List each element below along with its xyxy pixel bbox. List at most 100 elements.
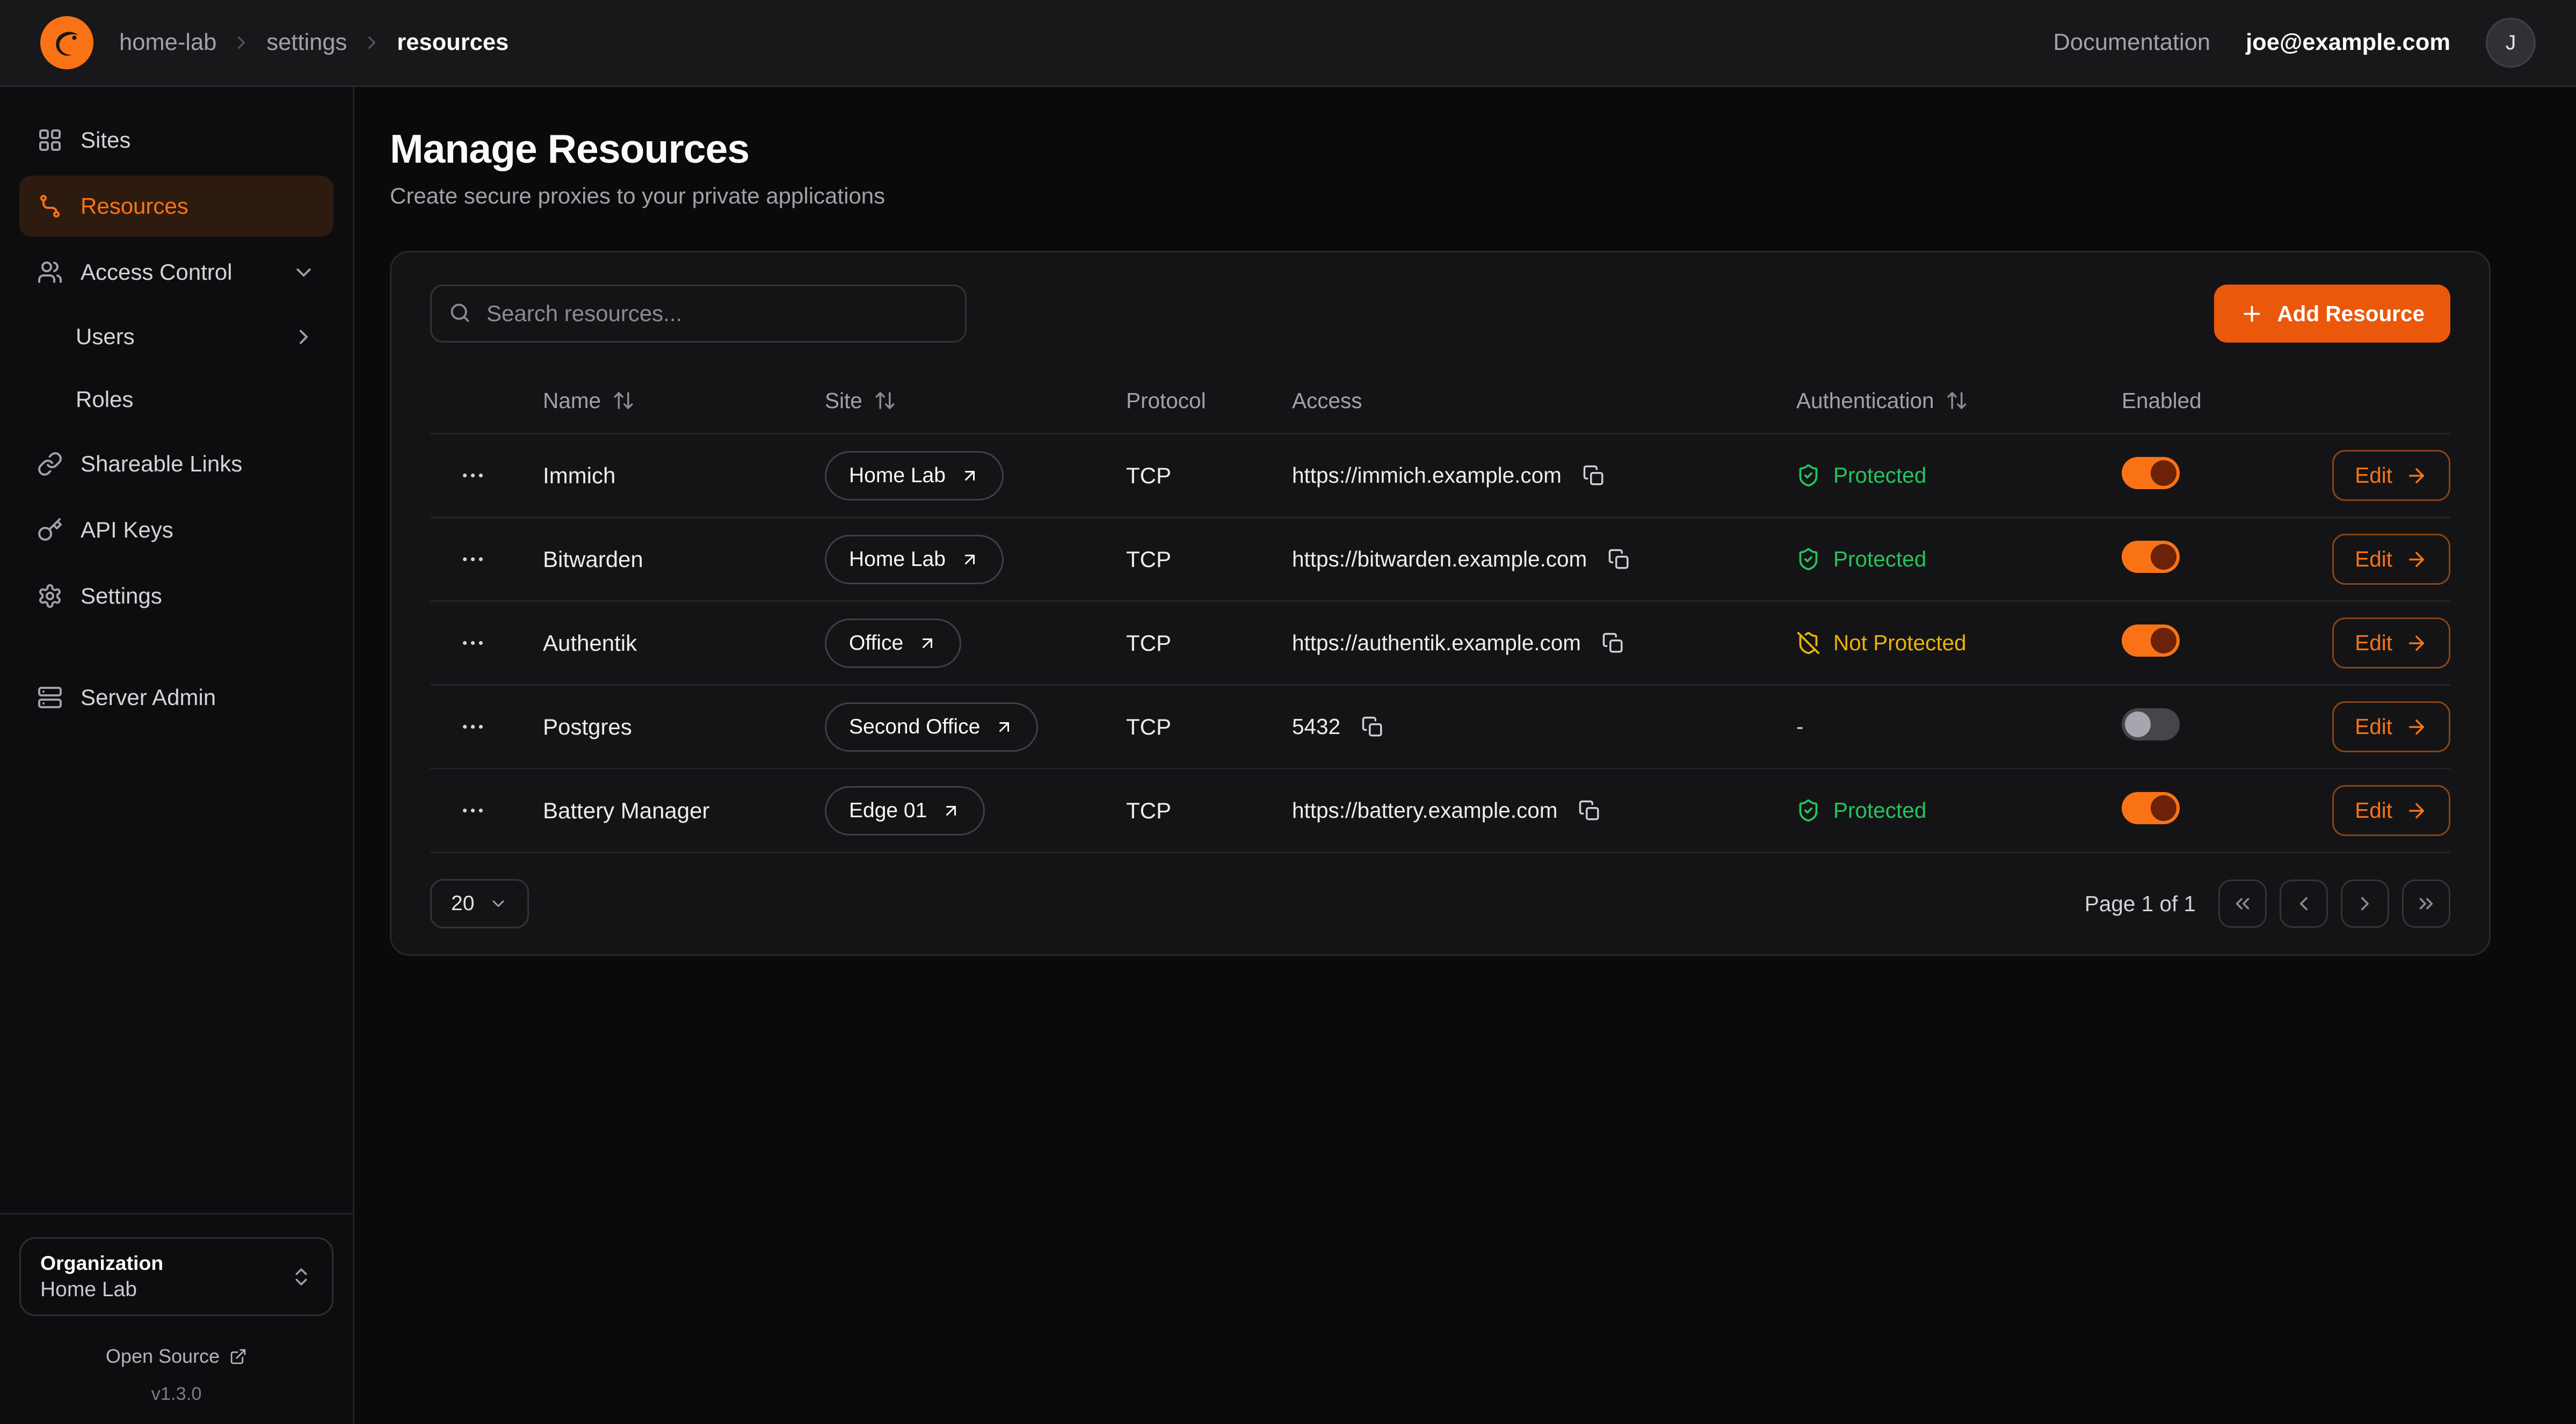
arrow-right-icon (2405, 800, 2428, 822)
external-arrow-icon (995, 717, 1014, 737)
row-menu-button[interactable] (453, 623, 493, 663)
sidebar-footer: Organization Home Lab Open Source v1.3.0 (0, 1213, 353, 1405)
shield-check-icon (1796, 798, 1820, 823)
table-row: Postgres Second Office TCP 5432 - Edit (430, 684, 2450, 768)
sort-icon (1946, 389, 1968, 412)
next-page-button[interactable] (2341, 880, 2389, 928)
row-menu-button[interactable] (453, 790, 493, 831)
sidebar-item-resources[interactable]: Resources (19, 176, 333, 237)
copy-button[interactable] (1573, 795, 1606, 827)
edit-button[interactable]: Edit (2332, 617, 2450, 669)
edit-button[interactable]: Edit (2332, 785, 2450, 836)
table-footer: 20 Page 1 of 1 (430, 852, 2450, 928)
edit-label: Edit (2355, 798, 2392, 823)
sort-icon (874, 389, 896, 412)
resources-icon (37, 193, 63, 219)
ellipsis-icon (459, 462, 487, 489)
sidebar-item-sites[interactable]: Sites (19, 110, 333, 171)
site-link[interactable]: Home Lab (825, 451, 1004, 500)
breadcrumb-org[interactable]: home-lab (119, 30, 216, 56)
sidebar-item-api-keys[interactable]: API Keys (19, 499, 333, 561)
users-icon (37, 259, 63, 285)
column-header-access: Access (1292, 388, 1796, 413)
copy-button[interactable] (1356, 711, 1389, 743)
site-name: Home Lab (849, 464, 946, 488)
sidebar-nav: Sites Resources Access Control Users Rol… (19, 110, 333, 728)
gear-icon (37, 583, 63, 609)
prev-page-button[interactable] (2280, 880, 2328, 928)
authentication-status: Protected (1796, 798, 2122, 823)
copy-button[interactable] (1597, 627, 1629, 659)
site-link[interactable]: Second Office (825, 702, 1038, 752)
row-menu-button[interactable] (453, 707, 493, 747)
site-link[interactable]: Office (825, 619, 961, 668)
authentication-label: Not Protected (1833, 630, 1967, 656)
edit-button[interactable]: Edit (2332, 450, 2450, 501)
sidebar-item-roles[interactable]: Roles (19, 370, 333, 428)
resource-name: Authentik (543, 630, 825, 656)
server-icon (37, 685, 63, 710)
column-header-site[interactable]: Site (825, 388, 1126, 413)
row-menu-button[interactable] (453, 455, 493, 496)
table-row: Authentik Office TCP https://authentik.e… (430, 600, 2450, 684)
app-logo[interactable] (40, 16, 93, 69)
open-source-link[interactable]: Open Source (19, 1345, 333, 1368)
copy-button[interactable] (1603, 543, 1635, 576)
table-row: Bitwarden Home Lab TCP https://bitwarden… (430, 517, 2450, 600)
shield-off-icon (1796, 631, 1820, 655)
documentation-link[interactable]: Documentation (2053, 30, 2211, 56)
column-header-name[interactable]: Name (543, 388, 825, 413)
access-url: https://bitwarden.example.com (1292, 547, 1587, 572)
sort-icon (612, 389, 635, 412)
table-header: Name Site Protocol Access Authentication (430, 368, 2450, 433)
toggle-knob (2125, 711, 2151, 737)
last-page-button[interactable] (2402, 880, 2450, 928)
breadcrumb-settings[interactable]: settings (266, 30, 347, 56)
sidebar-item-label: Roles (76, 387, 133, 412)
edit-label: Edit (2355, 630, 2392, 656)
site-link[interactable]: Edge 01 (825, 786, 985, 835)
site-link[interactable]: Home Lab (825, 535, 1004, 584)
site-name: Edge 01 (849, 799, 927, 823)
row-menu-button[interactable] (453, 539, 493, 579)
edit-button[interactable]: Edit (2332, 534, 2450, 585)
add-resource-button[interactable]: Add Resource (2214, 285, 2450, 343)
resource-name: Postgres (543, 714, 825, 740)
enabled-toggle[interactable] (2122, 541, 2180, 573)
user-email[interactable]: joe@example.com (2246, 30, 2450, 56)
column-label: Access (1292, 388, 1362, 413)
ellipsis-icon (459, 797, 487, 824)
sidebar-item-server-admin[interactable]: Server Admin (19, 667, 333, 728)
sidebar-item-settings[interactable]: Settings (19, 565, 333, 627)
column-header-authentication[interactable]: Authentication (1796, 388, 2122, 413)
protocol: TCP (1126, 547, 1292, 572)
edit-button[interactable]: Edit (2332, 701, 2450, 752)
copy-button[interactable] (1578, 460, 1610, 492)
sidebar-item-access-control[interactable]: Access Control (19, 242, 333, 303)
table-row: Immich Home Lab TCP https://immich.examp… (430, 433, 2450, 517)
sidebar-item-label: Shareable Links (81, 451, 242, 477)
search-input[interactable] (430, 285, 967, 343)
ellipsis-icon (459, 629, 487, 657)
copy-icon (1602, 632, 1624, 655)
sidebar-item-label: Users (76, 324, 135, 350)
enabled-toggle[interactable] (2122, 792, 2180, 824)
main-content: Manage Resources Create secure proxies t… (354, 87, 2576, 1424)
sidebar-item-shareable-links[interactable]: Shareable Links (19, 433, 333, 495)
enabled-toggle[interactable] (2122, 457, 2180, 489)
sidebar-item-label: Sites (81, 127, 130, 153)
enabled-toggle[interactable] (2122, 624, 2180, 657)
page-size-select[interactable]: 20 (430, 879, 529, 928)
column-label: Authentication (1796, 388, 1934, 413)
organization-switcher[interactable]: Organization Home Lab (19, 1237, 333, 1316)
chevron-down-icon (489, 894, 508, 913)
column-header-enabled: Enabled (2122, 388, 2331, 413)
authentication-status: Protected (1796, 547, 2122, 572)
user-avatar[interactable]: J (2486, 18, 2536, 68)
first-page-button[interactable] (2218, 880, 2267, 928)
pager-buttons (2218, 880, 2450, 928)
sidebar-item-users[interactable]: Users (19, 308, 333, 366)
shield-check-icon (1796, 463, 1820, 488)
column-label: Protocol (1126, 388, 1206, 413)
enabled-toggle[interactable] (2122, 708, 2180, 740)
